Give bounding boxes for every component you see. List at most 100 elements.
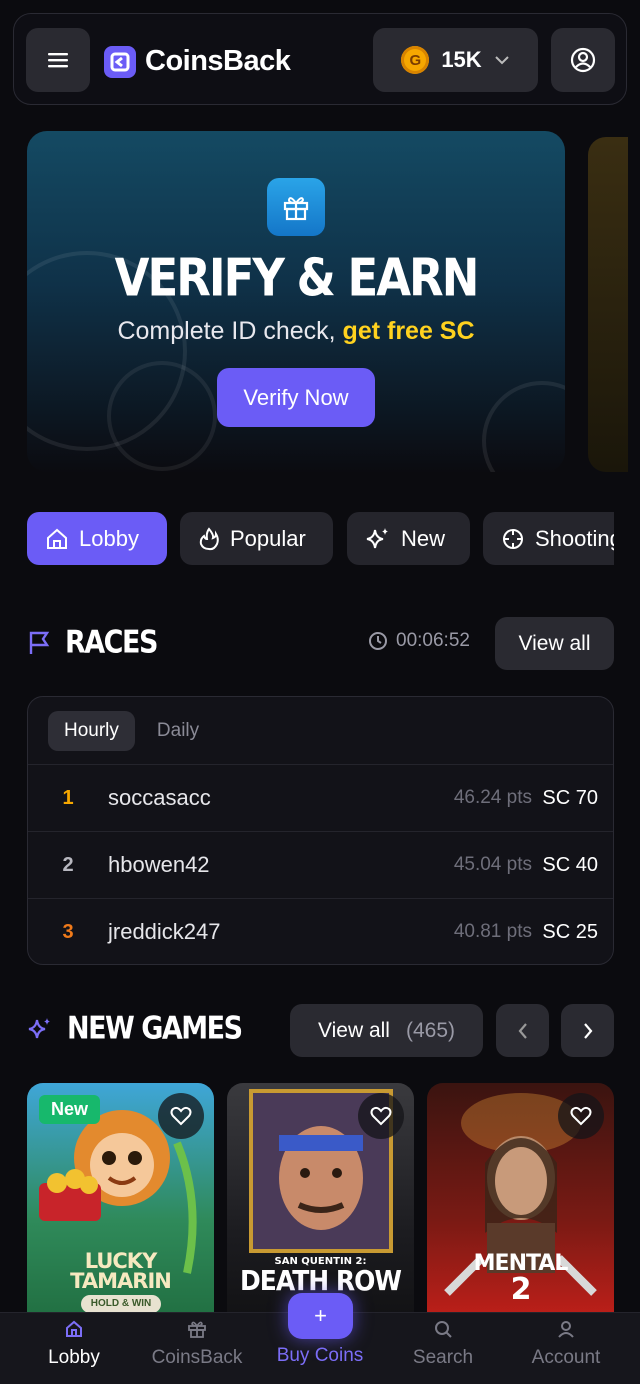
tab-daily[interactable]: Daily xyxy=(141,711,215,751)
races-title: RACES xyxy=(65,624,158,661)
tab-label: Popular xyxy=(230,525,306,551)
heart-icon xyxy=(170,1106,192,1126)
tab-label: Lobby xyxy=(79,525,139,551)
flame-icon xyxy=(199,526,219,550)
nav-account[interactable]: Account xyxy=(502,1319,630,1369)
race-period-switch: Hourly Daily xyxy=(48,711,215,751)
home-icon xyxy=(66,1320,82,1337)
flag-icon xyxy=(29,631,50,654)
category-tabs: Lobby Popular New Shooting xyxy=(27,512,614,565)
nav-label: Search xyxy=(412,1347,474,1368)
player-points: 45.04 pts xyxy=(453,854,532,875)
brand-logo[interactable]: CoinsBack xyxy=(104,45,291,78)
nav-label: Buy Coins xyxy=(276,1345,364,1366)
balance-dropdown[interactable]: G 15K xyxy=(373,28,538,92)
player-name: hbowen42 xyxy=(108,852,210,877)
user-icon xyxy=(558,1321,574,1338)
promo-banner[interactable]: VERIFY & EARN Complete ID check, get fre… xyxy=(27,131,565,472)
brand-name: CoinsBack xyxy=(145,45,291,77)
chevron-left-icon xyxy=(518,1022,527,1039)
clock-icon xyxy=(369,632,387,650)
game-title-line: 2 xyxy=(510,1272,532,1307)
races-leaderboard: Hourly Daily 1 soccasacc 46.24 pts SC 70… xyxy=(27,696,614,965)
game-title-line: LUCKY xyxy=(84,1249,158,1273)
tab-label: Shooting xyxy=(535,525,614,551)
leaderboard-row: 2 hbowen42 45.04 pts SC 40 xyxy=(28,831,613,898)
nav-label: Account xyxy=(531,1347,601,1368)
nav-lobby[interactable]: Lobby xyxy=(10,1319,138,1369)
verify-now-button[interactable]: Verify Now xyxy=(217,368,375,427)
game-title-line: DEATH ROW xyxy=(240,1264,402,1297)
nav-search[interactable]: Search xyxy=(379,1319,507,1369)
gift-icon xyxy=(188,1321,206,1338)
gift-icon xyxy=(267,178,325,236)
tab-popular[interactable]: Popular xyxy=(180,512,333,565)
rank-number: 3 xyxy=(62,920,74,943)
heart-icon xyxy=(370,1106,392,1126)
game-card[interactable]: MENTAL 2 xyxy=(427,1083,614,1333)
game-title: SAN QUENTIN 2: DEATH ROW xyxy=(227,1256,414,1297)
rank-number: 2 xyxy=(62,853,74,876)
buy-coins-fab[interactable]: + xyxy=(288,1293,353,1339)
tab-new[interactable]: New xyxy=(347,512,470,565)
plus-icon: + xyxy=(314,1303,327,1328)
subtitle-highlight: get free SC xyxy=(342,317,475,345)
nav-label: Lobby xyxy=(48,1347,100,1368)
favorite-button[interactable] xyxy=(358,1093,404,1139)
leaderboard-row: 1 soccasacc 46.24 pts SC 70 xyxy=(28,764,613,831)
game-title-line: TAMARIN xyxy=(70,1269,172,1293)
search-icon xyxy=(435,1321,452,1338)
new-games-title: NEW GAMES xyxy=(67,1010,243,1047)
balance-amount: 15K xyxy=(441,47,482,72)
game-title: LUCKY TAMARIN xyxy=(27,1249,214,1293)
rank-number: 1 xyxy=(62,786,74,809)
new-badge: New xyxy=(39,1095,101,1124)
race-timer: 00:06:52 xyxy=(368,630,470,652)
gold-coin-icon: G xyxy=(401,46,430,74)
tab-label: New xyxy=(401,525,446,551)
leaderboard-row: 3 jreddick247 40.81 pts SC 25 xyxy=(28,898,613,964)
favorite-button[interactable] xyxy=(158,1093,204,1139)
timer-value: 00:06:52 xyxy=(396,630,470,651)
prize-amount: SC 40 xyxy=(542,853,598,876)
top-bar: CoinsBack G 15K xyxy=(13,13,627,105)
new-games-heading: NEW GAMES xyxy=(27,1010,243,1047)
nav-buy-coins[interactable]: Buy Coins xyxy=(256,1345,384,1367)
coin-letter: G xyxy=(409,51,422,69)
nav-coinsback[interactable]: CoinsBack xyxy=(133,1319,261,1369)
tab-shooting[interactable]: Shooting xyxy=(483,512,614,565)
sparkles-icon xyxy=(366,527,388,548)
next-banner-peek[interactable] xyxy=(588,137,628,472)
nav-label: CoinsBack xyxy=(151,1347,243,1368)
hamburger-icon xyxy=(48,53,68,68)
player-points: 46.24 pts xyxy=(453,787,532,808)
carousel-next-button[interactable] xyxy=(561,1004,614,1057)
game-title: MENTAL 2 xyxy=(427,1251,614,1307)
game-tagline: HOLD & WIN xyxy=(81,1295,161,1313)
user-circle-icon xyxy=(570,47,596,73)
prize-amount: SC 25 xyxy=(542,920,598,943)
tab-hourly[interactable]: Hourly xyxy=(48,711,135,751)
tab-lobby[interactable]: Lobby xyxy=(27,512,167,565)
banner-title: VERIFY & EARN xyxy=(114,247,480,308)
sparkles-icon xyxy=(28,1017,50,1038)
chevron-right-icon xyxy=(583,1022,592,1039)
home-icon xyxy=(47,528,67,549)
game-card[interactable]: New LUCKY TAMARIN HOLD & WIN xyxy=(27,1083,214,1333)
favorite-button[interactable] xyxy=(558,1093,604,1139)
crosshair-icon xyxy=(503,528,523,549)
carousel-prev-button[interactable] xyxy=(496,1004,549,1057)
player-name: soccasacc xyxy=(108,785,211,810)
banner-decoration xyxy=(482,381,565,472)
banner-decoration xyxy=(107,361,217,471)
account-button[interactable] xyxy=(551,28,615,92)
banner-subtitle: Complete ID check, get free SC xyxy=(27,317,565,346)
chevron-down-icon xyxy=(494,56,509,65)
games-count: (465) xyxy=(405,1018,455,1042)
subtitle-prefix: Complete ID check, xyxy=(117,317,343,345)
races-view-all-button[interactable]: View all xyxy=(495,617,614,670)
heart-icon xyxy=(570,1106,592,1126)
new-games-view-all-button[interactable]: View all (465) xyxy=(290,1004,483,1057)
player-name: jreddick247 xyxy=(108,919,221,944)
menu-button[interactable] xyxy=(26,28,90,92)
